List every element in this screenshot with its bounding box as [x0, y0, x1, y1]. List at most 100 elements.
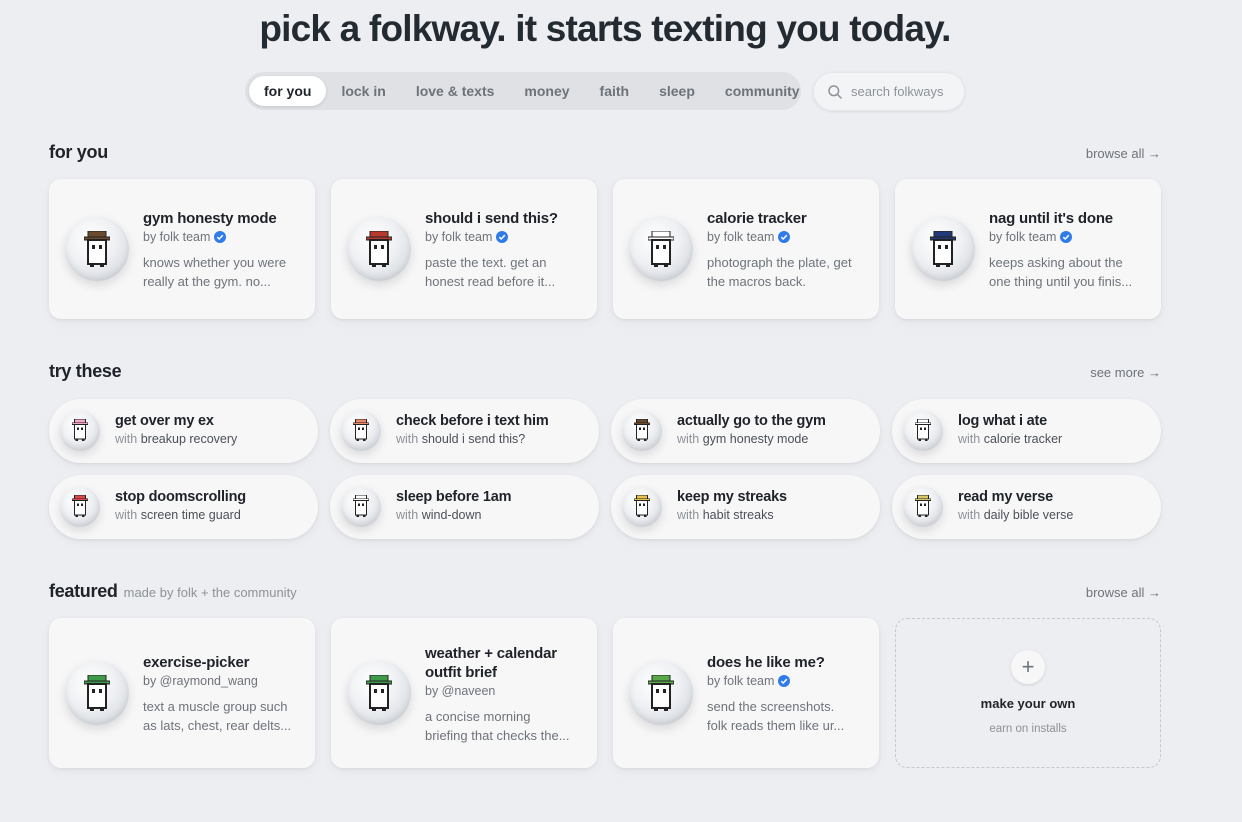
description-line: keeps asking about the: [989, 255, 1123, 270]
suggestion-pill[interactable]: stop doomscrolling with screen time guard: [49, 475, 318, 539]
card-description: keeps asking about the one thing until yo…: [989, 253, 1147, 291]
avatar: [347, 217, 411, 281]
description-line: briefing that checks the...: [425, 728, 570, 743]
linked-folkway: calorie tracker: [983, 432, 1063, 446]
search-input[interactable]: [851, 84, 956, 99]
pill-title: sleep before 1am: [396, 489, 512, 505]
with-prefix: with: [677, 508, 700, 522]
card-author: by folk team: [989, 230, 1147, 244]
description-line: one thing until you finis...: [989, 274, 1133, 289]
pill-title: stop doomscrolling: [115, 489, 246, 505]
folkway-card[interactable]: calorie tracker by folk team photograph th…: [613, 179, 879, 319]
tab-faith[interactable]: faith: [585, 76, 645, 106]
pill-subtitle: with calorie tracker: [958, 432, 1062, 446]
tab-community[interactable]: community: [710, 76, 815, 106]
card-description: text a muscle group such as lats, chest, …: [143, 697, 301, 735]
page-title: pick a folkway. it starts texting you to…: [259, 8, 951, 49]
description-line: as lats, chest, rear delts...: [143, 718, 292, 733]
linked-folkway: wind-down: [421, 508, 482, 522]
pill-title: actually go to the gym: [677, 413, 826, 429]
folkway-card[interactable]: weather + calendar outfit brief by @navee…: [331, 618, 597, 768]
browse-all-link[interactable]: browse all →: [1086, 146, 1161, 161]
see-more-link[interactable]: see more →: [1090, 365, 1161, 380]
card-author: by folk team: [707, 230, 865, 244]
folkway-card[interactable]: nag until it's done by folk team keeps ask…: [895, 179, 1161, 319]
tab-money[interactable]: money: [509, 76, 584, 106]
with-prefix: with: [115, 432, 138, 446]
ghost-character-icon: [648, 231, 674, 267]
suggestion-pill[interactable]: keep my streaks with habit streaks: [611, 475, 880, 539]
description-line: the macros back.: [707, 274, 806, 289]
ghost-character-icon: [353, 419, 369, 441]
avatar: [347, 661, 411, 725]
browse-all-featured-link[interactable]: browse all →: [1086, 585, 1161, 600]
description-line: send the screenshots.: [707, 699, 835, 714]
avatar: [65, 661, 129, 725]
linked-folkway: daily bible verse: [983, 508, 1074, 522]
verified-icon: [496, 231, 509, 243]
tab-for-you[interactable]: for you: [249, 76, 327, 106]
category-tabs: for you lock in love & texts money faith…: [245, 72, 801, 110]
avatar: [622, 411, 662, 451]
with-prefix: with: [396, 432, 419, 446]
ghost-character-icon: [84, 231, 110, 267]
folkway-card[interactable]: gym honesty mode by folk team knows whethe…: [49, 179, 315, 319]
description-line: photograph the plate, get: [707, 255, 852, 270]
card-title: calorie tracker: [707, 210, 807, 227]
ghost-character-icon: [915, 419, 931, 441]
card-title: gym honesty mode: [143, 210, 277, 227]
card-author: by folk team: [425, 230, 583, 244]
section-title-for-you: for you: [49, 142, 108, 162]
folkway-card[interactable]: exercise-picker by @raymond_wang text a mu…: [49, 618, 315, 768]
search-icon: [828, 84, 842, 99]
card-title: weather + calendar outfit brief: [425, 645, 557, 681]
pill-subtitle: with daily bible verse: [958, 508, 1073, 522]
description-line: honest read before it...: [425, 274, 556, 289]
suggestion-pill[interactable]: sleep before 1am with wind-down: [330, 475, 599, 539]
ghost-character-icon: [366, 675, 392, 711]
tab-love-texts[interactable]: love & texts: [401, 76, 510, 106]
suggestion-pill[interactable]: check before i text him with should i sen…: [330, 399, 599, 463]
pill-subtitle: with should i send this?: [396, 432, 525, 446]
author-name: by folk team: [707, 674, 775, 688]
author-name: by folk team: [143, 230, 211, 244]
avatar: [341, 411, 381, 451]
tab-sleep[interactable]: sleep: [644, 76, 710, 106]
featured-heading: featured: [49, 581, 118, 601]
verified-icon: [778, 231, 791, 243]
section-title-featured: featured made by folk + the community: [49, 581, 297, 602]
suggestion-pill[interactable]: read my verse with daily bible verse: [892, 475, 1161, 539]
tab-lock-in[interactable]: lock in: [326, 76, 400, 106]
search-box[interactable]: [813, 72, 965, 111]
make-your-own-card[interactable]: + make your own earn on installs: [895, 618, 1161, 768]
description-line: knows whether you were: [143, 255, 287, 270]
with-prefix: with: [115, 508, 138, 522]
pill-subtitle: with gym honesty mode: [677, 432, 808, 446]
avatar: [911, 217, 975, 281]
featured-subtitle: made by folk + the community: [123, 585, 297, 600]
with-prefix: with: [958, 508, 981, 522]
folkway-card[interactable]: should i send this? by folk team paste the…: [331, 179, 597, 319]
folkway-card[interactable]: does he like me? by folk team send the scr…: [613, 618, 879, 768]
pill-title: get over my ex: [115, 413, 214, 429]
verified-icon: [214, 231, 227, 243]
author-name: by @naveen: [425, 684, 496, 698]
pill-title: keep my streaks: [677, 489, 787, 505]
suggestion-pill[interactable]: log what i ate with calorie tracker: [892, 399, 1161, 463]
verified-icon: [778, 675, 791, 687]
author-name: by folk team: [707, 230, 775, 244]
ghost-character-icon: [366, 231, 392, 267]
author-name: by folk team: [989, 230, 1057, 244]
ghost-character-icon: [930, 231, 956, 267]
with-prefix: with: [677, 432, 700, 446]
avatar: [341, 487, 381, 527]
suggestion-pill[interactable]: get over my ex with breakup recovery: [49, 399, 318, 463]
make-your-own-title: make your own: [980, 696, 1076, 711]
card-title: does he like me?: [707, 654, 825, 671]
pill-title: check before i text him: [396, 413, 549, 429]
pill-subtitle: with wind-down: [396, 508, 481, 522]
author-name: by folk team: [425, 230, 493, 244]
card-title: exercise-picker: [143, 654, 250, 671]
description-line: really at the gym. no...: [143, 274, 271, 289]
suggestion-pill[interactable]: actually go to the gym with gym honesty m…: [611, 399, 880, 463]
